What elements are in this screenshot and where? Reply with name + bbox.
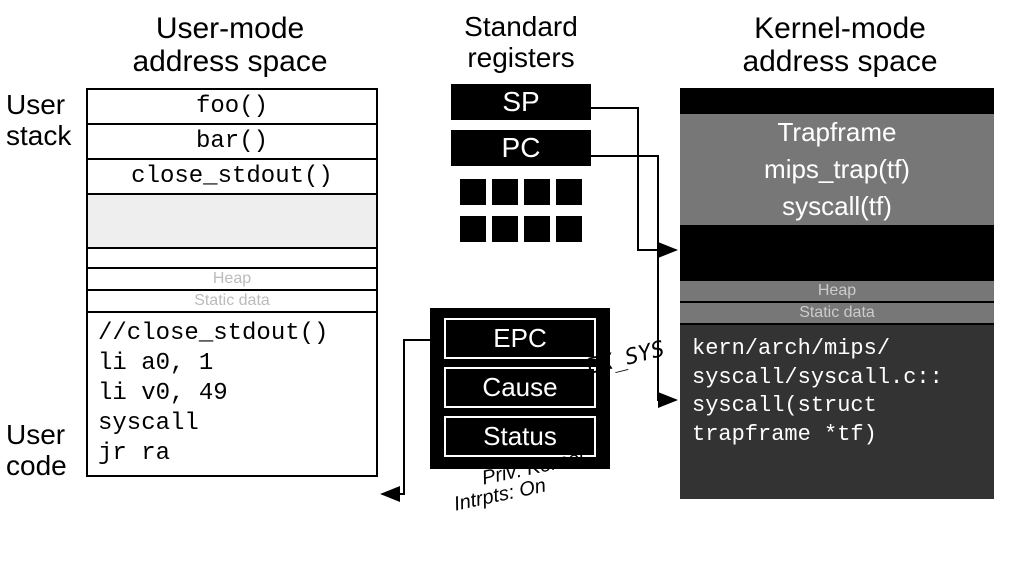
kernel-code-block: kern/arch/mips/ syscall/syscall.c:: sysc… (680, 325, 994, 499)
other-registers (440, 176, 602, 250)
user-code-label: User code (6, 420, 67, 482)
kernel-stack-item: Trapframe (680, 114, 994, 151)
user-stack-label: User stack (6, 90, 71, 152)
kernel-gap2 (680, 257, 994, 281)
user-stack-item: bar() (88, 125, 376, 160)
epc-register: EPC (444, 318, 596, 359)
kernel-heap: Heap (680, 281, 994, 303)
pc-register: PC (451, 130, 591, 166)
kernel-stack-item: syscall(tf) (680, 188, 994, 225)
user-code-block: //close_stdout() li a0, 1 li v0, 49 sysc… (88, 313, 376, 475)
user-static: Static data (88, 291, 376, 313)
standard-registers: Standard registers SP PC (440, 12, 602, 250)
special-registers: EPC Cause Status (430, 308, 610, 469)
user-heap: Heap (88, 269, 376, 291)
sp-register: SP (451, 84, 591, 120)
user-gap (88, 249, 376, 269)
user-stack-item: foo() (88, 90, 376, 125)
kernel-address-space: Trapframe mips_trap(tf) syscall(tf) Heap… (680, 88, 994, 499)
kernel-static: Static data (680, 303, 994, 325)
user-address-space: foo() bar() close_stdout() Heap Static d… (86, 88, 378, 477)
user-title: User-mode address space (100, 12, 360, 78)
kernel-gap (680, 225, 994, 257)
user-stack-item: close_stdout() (88, 160, 376, 195)
kernel-title: Kernel-mode address space (690, 12, 990, 78)
kernel-stack-item: mips_trap(tf) (680, 151, 994, 188)
user-free-space (88, 195, 376, 249)
cause-register: Cause (444, 367, 596, 408)
registers-title: Standard registers (440, 12, 602, 74)
kernel-top (680, 88, 994, 114)
